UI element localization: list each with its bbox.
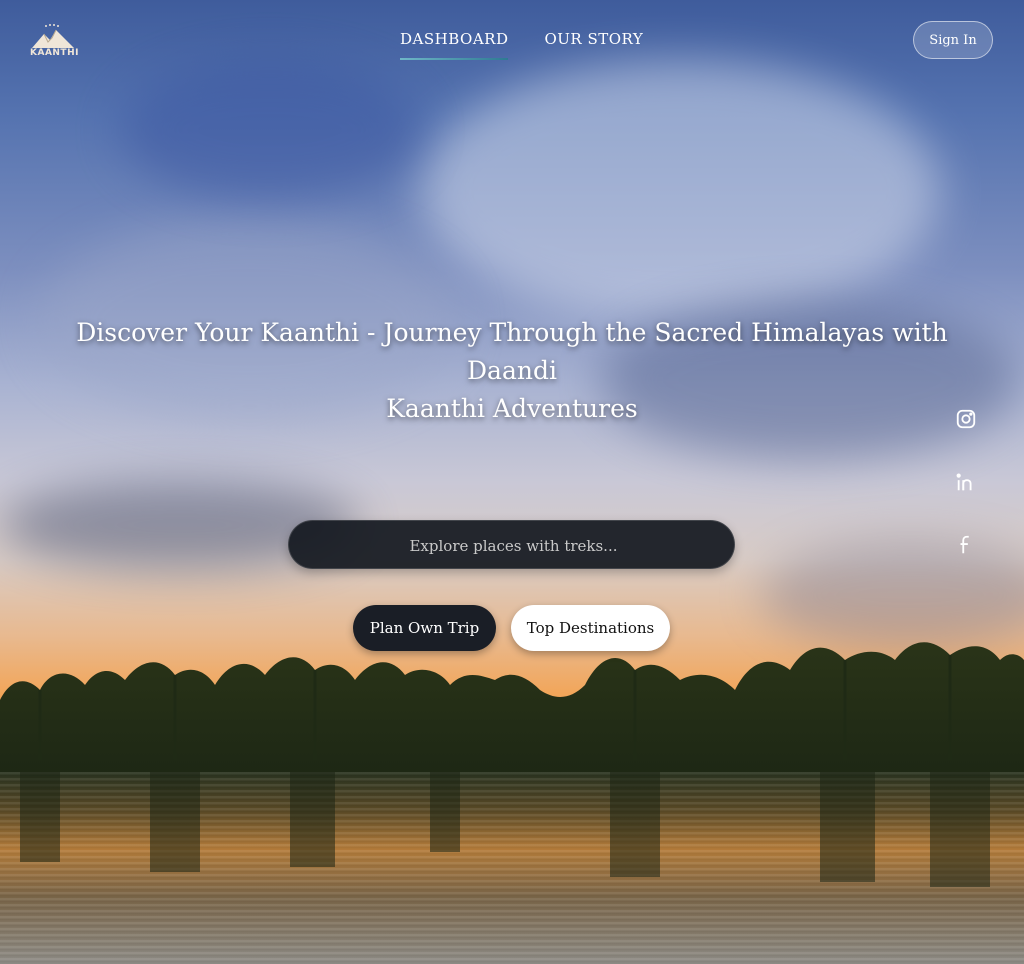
top-destinations-button[interactable]: Top Destinations (511, 605, 670, 651)
search-input[interactable] (289, 521, 738, 570)
hero-section: KAANTHI DASHBOARD OUR STORY Sign In Disc… (0, 0, 1024, 964)
cloud (420, 60, 940, 320)
facebook-icon[interactable] (952, 531, 980, 559)
cloud (120, 60, 420, 200)
main-nav: DASHBOARD OUR STORY (400, 30, 643, 60)
treeline-image (0, 642, 1024, 790)
headline-line-1: Discover Your Kaanthi - Journey Through … (76, 318, 948, 385)
nav-dashboard[interactable]: DASHBOARD (400, 30, 509, 60)
search-bar[interactable] (288, 520, 738, 570)
nav-our-story[interactable]: OUR STORY (544, 30, 643, 60)
plan-own-trip-button[interactable]: Plan Own Trip (353, 605, 496, 651)
headline-line-2: Kaanthi Adventures (386, 394, 638, 423)
cloud (760, 540, 1024, 650)
logo-text: KAANTHI (30, 48, 79, 58)
instagram-icon[interactable] (952, 405, 980, 433)
hero-headline: Discover Your Kaanthi - Journey Through … (30, 314, 994, 428)
sign-in-button[interactable]: Sign In (913, 21, 993, 59)
tree-reflection (20, 772, 990, 887)
linkedin-icon[interactable] (952, 468, 980, 496)
